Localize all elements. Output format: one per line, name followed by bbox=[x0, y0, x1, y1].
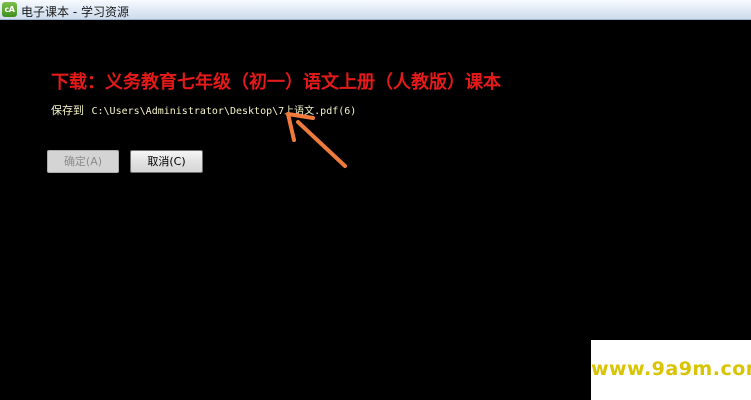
app-window: cA 电子课本 - 学习资源 下载：义务教育七年级（初一）语文上册（人教版）课本… bbox=[0, 0, 751, 400]
cancel-button[interactable]: 取消(C) bbox=[130, 150, 203, 173]
save-location-line: 保存到 C:\Users\Administrator\Desktop\7上语文.… bbox=[51, 102, 356, 118]
title-bar[interactable]: cA 电子课本 - 学习资源 bbox=[0, 0, 751, 20]
app-logo-icon: cA bbox=[2, 2, 17, 17]
save-path: C:\Users\Administrator\Desktop\7上语文.pdf(… bbox=[91, 106, 357, 117]
watermark-text: www.9a9m.com bbox=[591, 358, 751, 380]
window-title: 电子课本 - 学习资源 bbox=[21, 5, 129, 19]
watermark: www.9a9m.com bbox=[591, 340, 751, 400]
ok-button[interactable]: 确定(A) bbox=[47, 150, 119, 173]
arrow-shaft bbox=[296, 120, 347, 168]
download-title: 下载：义务教育七年级（初一）语文上册（人教版）课本 bbox=[51, 72, 501, 93]
save-label: 保存到 bbox=[51, 104, 84, 117]
